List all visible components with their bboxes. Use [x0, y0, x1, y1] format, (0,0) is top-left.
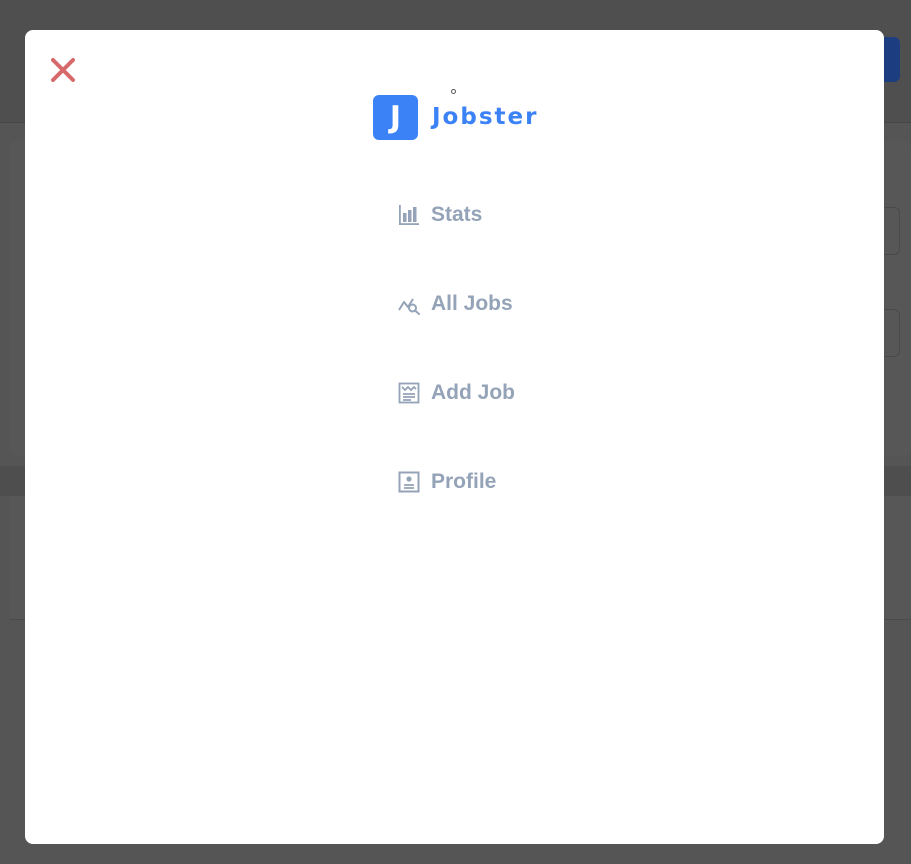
sidebar-nav: Stats All Jobs Add Job Profile: [397, 190, 515, 546]
nav-link-profile[interactable]: Profile: [397, 457, 515, 507]
close-button[interactable]: [47, 54, 79, 86]
nav-link-add-job[interactable]: Add Job: [397, 368, 515, 418]
logo-text: Jobster: [432, 104, 539, 130]
nav-link-all-jobs[interactable]: All Jobs: [397, 279, 515, 329]
jobs-search-icon: [397, 292, 421, 316]
form-icon: [397, 381, 421, 405]
close-icon: [51, 58, 75, 82]
nav-label: Stats: [431, 203, 483, 226]
nav-label: Add Job: [431, 381, 515, 404]
nav-label: Profile: [431, 470, 497, 493]
nav-link-stats[interactable]: Stats: [397, 190, 515, 240]
logo[interactable]: J Jobster: [373, 94, 538, 140]
sidebar-modal: J Jobster Stats All Jobs Add Job Profile: [25, 30, 884, 844]
profile-icon: [397, 470, 421, 494]
stats-icon: [397, 203, 421, 227]
nav-label: All Jobs: [431, 292, 513, 315]
logo-mark: J: [373, 94, 418, 140]
